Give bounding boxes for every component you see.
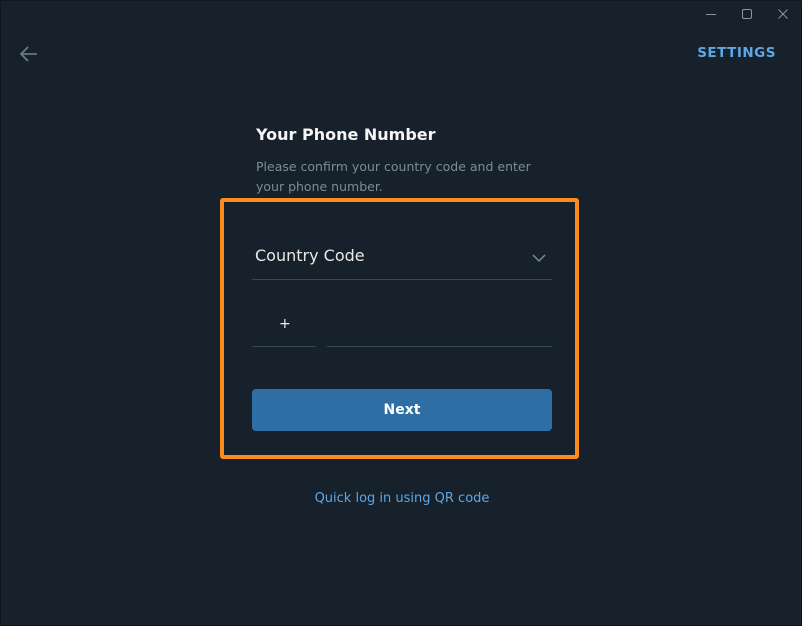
minimize-button[interactable] <box>693 1 729 27</box>
page-title: Your Phone Number <box>256 125 436 144</box>
qr-login-link[interactable]: Quick log in using QR code <box>1 491 802 506</box>
country-code-input[interactable]: + <box>252 306 316 347</box>
close-icon <box>778 9 788 19</box>
title-bar <box>1 1 801 27</box>
country-code-prefix: + <box>279 316 291 332</box>
page-description: Please confirm your country code and ent… <box>256 159 531 194</box>
arrow-left-icon <box>19 46 37 62</box>
next-button[interactable]: Next <box>252 389 552 431</box>
country-code-label: Country Code <box>255 246 365 265</box>
maximize-button[interactable] <box>729 1 765 27</box>
close-button[interactable] <box>765 1 801 27</box>
maximize-icon <box>742 9 752 19</box>
settings-link[interactable]: SETTINGS <box>697 45 776 61</box>
chevron-down-icon <box>532 254 546 263</box>
back-button[interactable] <box>15 41 43 67</box>
app-window: SETTINGS Your Phone Number Please confir… <box>0 0 802 626</box>
phone-number-input[interactable] <box>327 306 552 347</box>
country-code-select[interactable]: Country Code <box>252 237 552 280</box>
minimize-icon <box>706 14 716 15</box>
